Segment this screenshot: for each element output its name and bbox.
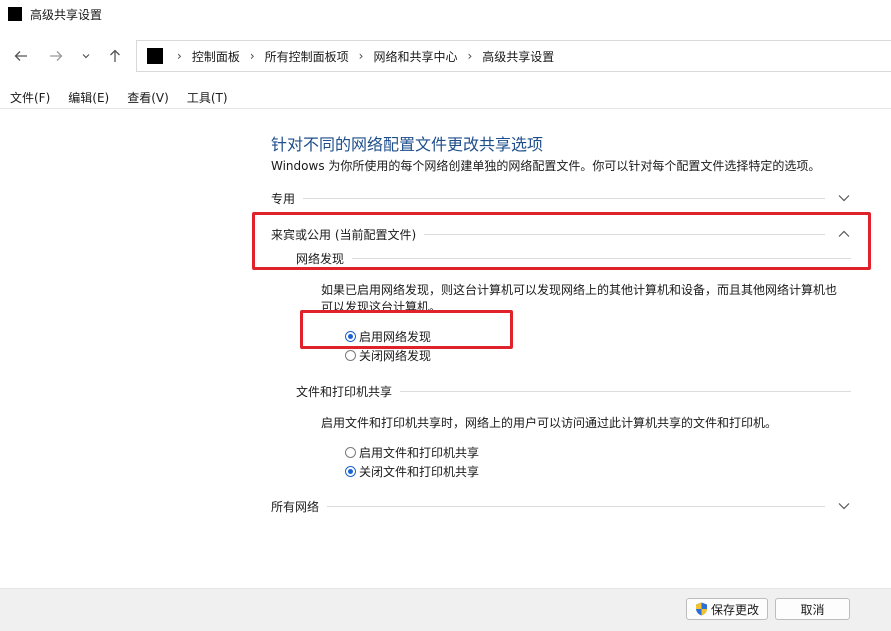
window-title: 高级共享设置 xyxy=(30,8,103,22)
breadcrumb-separator-icon: › xyxy=(249,49,255,63)
breadcrumb-item[interactable]: 高级共享设置 xyxy=(482,48,554,65)
radio-button[interactable] xyxy=(345,466,356,477)
cancel-button[interactable]: 取消 xyxy=(775,598,850,620)
highlight-box xyxy=(300,310,513,349)
divider xyxy=(327,505,825,507)
profile-all-networks-header[interactable]: 所有网络 xyxy=(271,497,851,515)
breadcrumb-item[interactable]: 网络和共享中心 xyxy=(373,48,457,65)
radio-enable-file-printer-sharing[interactable]: 启用文件和打印机共享 xyxy=(345,444,479,461)
intro-text: Windows 为你所使用的每个网络创建单独的网络配置文件。你可以针对每个配置文… xyxy=(271,159,821,173)
radio-button[interactable] xyxy=(345,447,356,458)
forward-arrow-icon[interactable] xyxy=(44,44,68,68)
shield-icon xyxy=(695,602,708,616)
breadcrumb-separator-icon: › xyxy=(358,49,364,63)
breadcrumb-separator-icon: › xyxy=(467,49,473,63)
radio-label: 关闭网络发现 xyxy=(359,349,432,363)
back-arrow-icon[interactable] xyxy=(9,44,33,68)
radio-label: 启用文件和打印机共享 xyxy=(359,446,480,460)
chevron-down-icon[interactable] xyxy=(837,501,851,511)
save-button-label: 保存更改 xyxy=(710,602,759,617)
profile-all-networks-label: 所有网络 xyxy=(271,499,320,514)
highlight-box xyxy=(252,212,871,270)
menu-bar: 文件(F) 编辑(E) 查看(V) 工具(T) xyxy=(0,86,891,109)
radio-label: 关闭文件和打印机共享 xyxy=(359,465,480,479)
radio-disable-network-discovery[interactable]: 关闭网络发现 xyxy=(345,347,431,364)
file-printer-sharing-description: 启用文件和打印机共享时，网络上的用户可以访问通过此计算机共享的文件和打印机。 xyxy=(321,416,778,430)
divider xyxy=(303,197,825,199)
menu-tools[interactable]: 工具(T) xyxy=(177,89,236,106)
page-title: 针对不同的网络配置文件更改共享选项 xyxy=(271,135,544,154)
control-panel-icon xyxy=(147,48,163,64)
breadcrumb-item[interactable]: 所有控制面板项 xyxy=(265,48,349,65)
breadcrumb-separator-icon: › xyxy=(177,49,182,63)
footer-bar: 保存更改 取消 xyxy=(0,588,891,631)
recent-dropdown-icon[interactable] xyxy=(74,44,98,68)
divider xyxy=(400,390,851,392)
radio-disable-file-printer-sharing[interactable]: 关闭文件和打印机共享 xyxy=(345,463,479,480)
title-bar: 高级共享设置 xyxy=(0,0,891,30)
file-printer-sharing-heading: 文件和打印机共享 xyxy=(296,384,393,399)
file-printer-sharing-header: 文件和打印机共享 xyxy=(296,383,851,399)
app-icon xyxy=(8,7,22,21)
save-button[interactable]: 保存更改 xyxy=(686,598,768,620)
menu-edit[interactable]: 编辑(E) xyxy=(58,89,117,106)
menu-file[interactable]: 文件(F) xyxy=(0,89,58,106)
profile-private-header[interactable]: 专用 xyxy=(271,189,851,207)
up-arrow-icon[interactable] xyxy=(103,44,127,68)
radio-button[interactable] xyxy=(345,350,356,361)
breadcrumb: › 控制面板 › 所有控制面板项 › 网络和共享中心 › 高级共享设置 xyxy=(169,48,554,65)
profile-private-label: 专用 xyxy=(271,191,296,206)
address-bar[interactable]: › 控制面板 › 所有控制面板项 › 网络和共享中心 › 高级共享设置 xyxy=(136,40,891,72)
chevron-down-icon[interactable] xyxy=(837,193,851,203)
menu-view[interactable]: 查看(V) xyxy=(117,89,177,106)
breadcrumb-item[interactable]: 控制面板 xyxy=(192,48,240,65)
cancel-button-label: 取消 xyxy=(800,602,825,617)
